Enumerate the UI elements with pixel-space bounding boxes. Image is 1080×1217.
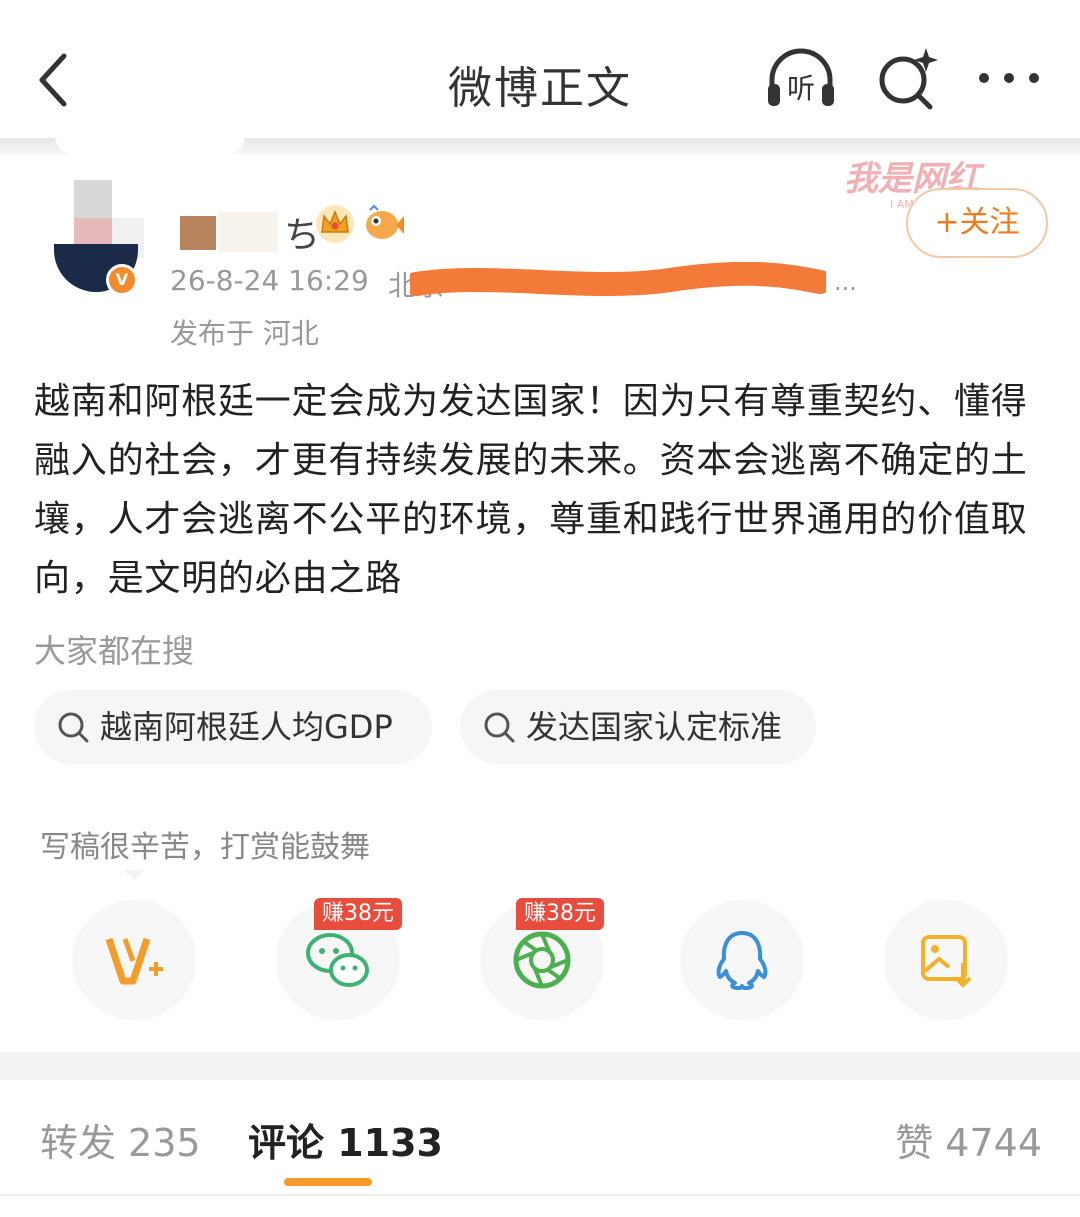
tab-comment[interactable]: 评论 1133 — [248, 1112, 443, 1167]
search-icon — [58, 712, 89, 743]
tip-caret — [124, 870, 144, 880]
reward-button[interactable] — [72, 900, 196, 1020]
listen-headphones-icon[interactable]: 听 — [762, 44, 840, 114]
listen-label: 听 — [787, 72, 815, 105]
search-icon — [484, 712, 515, 743]
reward-v-plus-icon — [105, 937, 163, 985]
tab-bottom-divider — [0, 1194, 1080, 1196]
avatar-blur — [74, 180, 112, 220]
search-chip-label: 发达国家认定标准 — [526, 708, 783, 746]
wechat-icon — [306, 933, 369, 987]
earn-badge: 赚38元 — [516, 898, 604, 930]
moments-icon — [513, 931, 571, 989]
author-name-mosaic — [218, 212, 278, 252]
qq-icon — [716, 931, 768, 990]
more-dots-icon[interactable] — [974, 58, 1044, 98]
fish-badge-icon — [366, 204, 404, 239]
avatar[interactable]: V — [44, 180, 144, 296]
verified-badge-icon: V — [106, 264, 138, 296]
search-chip[interactable]: 发达国家认定标准 — [460, 690, 816, 764]
save-image-icon — [921, 935, 972, 988]
search-chip[interactable]: 越南阿根廷人均GDP — [34, 690, 432, 764]
top-nav-bar: 微博正文 听 — [0, 0, 1080, 140]
reward-tip: 写稿很辛苦，打赏能鼓舞 — [40, 830, 370, 865]
crown-badge-icon — [316, 205, 354, 243]
redaction-scribble — [410, 262, 826, 296]
follow-button[interactable]: +关注 — [906, 188, 1048, 258]
save-image-button[interactable] — [884, 900, 1008, 1020]
post-body: 越南和阿根廷一定会成为发达国家！因为只有尊重契约、懂得融入的社会，才更有持续发展… — [34, 381, 1028, 599]
section-divider — [0, 1052, 1080, 1080]
header-shadow-tab — [55, 136, 245, 154]
post-timestamp: 26-8-24 16:29 — [170, 264, 369, 297]
tab-repost[interactable]: 转发 235 — [40, 1112, 201, 1167]
search-chip-label: 越南阿根廷人均GDP — [100, 708, 393, 746]
author-name-mosaic — [180, 216, 216, 250]
search-sparkle-icon[interactable] — [874, 44, 940, 114]
trending-search-title: 大家都在搜 — [34, 632, 195, 670]
tab-like[interactable]: 赞 4744 — [895, 1112, 1042, 1167]
post-location: 发布于 河北 — [170, 317, 319, 350]
share-qq-button[interactable] — [680, 900, 804, 1020]
post-source-ellipsis: ... — [834, 268, 857, 296]
earn-badge: 赚38元 — [314, 898, 402, 930]
active-tab-indicator — [284, 1178, 372, 1186]
